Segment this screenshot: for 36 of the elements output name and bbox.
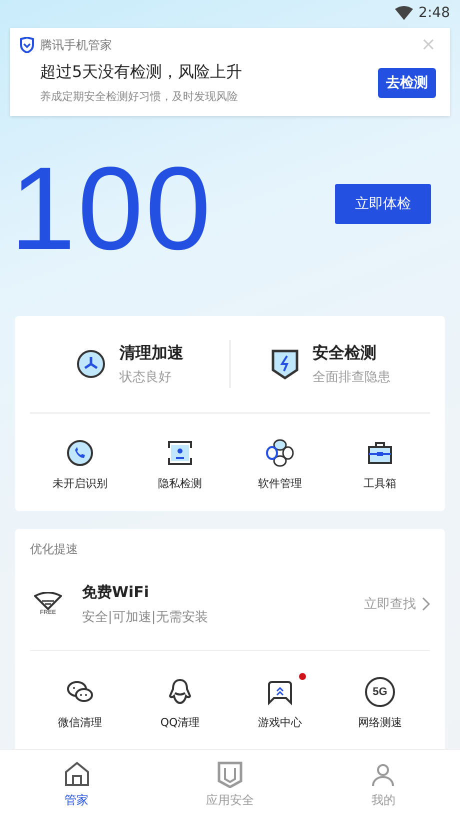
wifi-signal-icon [394,6,413,20]
tool-label[interactable]: 微信清理 [58,715,102,730]
chevron-right-icon [422,597,430,611]
tool-label[interactable]: 软件管理 [258,476,302,491]
shield-icon [216,760,244,788]
notification-title: 超过5天没有检测，风险上升 [40,62,244,83]
feature-status: 全面排查隐患 [312,368,390,386]
fan-icon [76,349,106,379]
tool-label[interactable]: 工具箱 [364,476,396,491]
tool-label[interactable]: 游戏中心 [258,715,302,730]
check-button[interactable]: 去检测 [378,68,436,98]
notification-card[interactable]: 腾讯手机管家 × 超过5天没有检测，风险上升 养成定期安全检测好习惯，及时发现风险 去检测 [10,28,450,116]
tool-label[interactable]: 隐私检测 [158,476,202,491]
tool-label[interactable]: 未开启识别 [52,476,108,491]
feature-title[interactable]: 清理加速 [120,342,184,364]
wifi-description: 安全|可加速|无需安装 [82,608,209,626]
section-heading: 优化提速 [30,541,79,558]
clover-icon [265,438,295,468]
wifi-title: 免费WiFi [82,582,150,602]
status-time: 2:48 [418,5,450,21]
shield-icon [270,348,298,380]
wifi-icon [34,592,62,610]
feature-title[interactable]: 安全检测 [312,342,390,364]
notification-app-name: 腾讯手机管家 [40,36,113,54]
shield-icon [20,37,34,53]
5g-icon: 5G [365,677,395,707]
scan-button[interactable]: 立即体检 [335,184,431,224]
notification-text: 养成定期安全检测好习惯，及时发现风险 [40,89,239,104]
tool-label[interactable]: QQ清理 [160,715,200,730]
portrait-icon [165,438,195,468]
feature-status: 状态良好 [120,368,172,386]
house-icon [62,760,91,788]
nav-tab[interactable]: 管家 [0,750,154,818]
security-score: 100 [10,142,213,277]
tool-label[interactable]: 网络测速 [358,715,402,730]
phone-icon [65,438,95,468]
